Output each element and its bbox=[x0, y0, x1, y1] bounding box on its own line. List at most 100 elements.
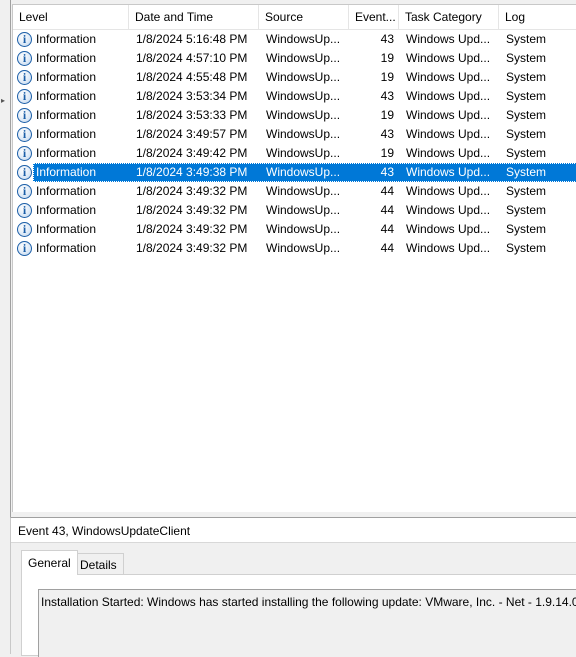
information-icon: i bbox=[17, 108, 32, 123]
row-event-id: 19 bbox=[380, 146, 394, 160]
row-source: WindowsUp... bbox=[266, 89, 341, 103]
table-row[interactable]: i Information 1/8/2024 3:49:42 PM WindowsUp… bbox=[13, 144, 576, 163]
table-row[interactable]: i Information 1/8/2024 3:53:33 PM WindowsUp… bbox=[13, 106, 576, 125]
row-level: Information bbox=[36, 32, 97, 46]
row-source: WindowsUp... bbox=[266, 51, 341, 65]
table-row[interactable]: i Information 1/8/2024 3:49:32 PM WindowsUp… bbox=[13, 239, 576, 258]
information-icon: i bbox=[17, 70, 32, 85]
event-detail-title: Event 43, WindowsUpdateClient bbox=[18, 524, 191, 538]
row-log: System bbox=[506, 127, 547, 141]
row-level: Information bbox=[36, 108, 97, 122]
row-level: Information bbox=[36, 70, 97, 84]
row-date-time: 1/8/2024 3:49:32 PM bbox=[136, 184, 248, 198]
column-header-source[interactable]: Source bbox=[259, 5, 349, 29]
row-task-category: Windows Upd... bbox=[406, 51, 491, 65]
row-level: Information bbox=[36, 127, 97, 141]
row-task-category: Windows Upd... bbox=[406, 108, 491, 122]
information-icon: i bbox=[17, 32, 32, 47]
information-icon: i bbox=[17, 127, 32, 142]
row-task-category: Windows Upd... bbox=[406, 32, 491, 46]
row-log: System bbox=[506, 70, 547, 84]
row-date-time: 1/8/2024 3:49:57 PM bbox=[136, 127, 248, 141]
row-date-time: 1/8/2024 4:55:48 PM bbox=[136, 70, 248, 84]
row-task-category: Windows Upd... bbox=[406, 184, 491, 198]
row-date-time: 1/8/2024 3:49:42 PM bbox=[136, 146, 248, 160]
event-rows: i Information 1/8/2024 5:16:48 PM WindowsUp… bbox=[13, 30, 576, 258]
row-event-id: 44 bbox=[380, 184, 394, 198]
row-level: Information bbox=[36, 146, 97, 160]
information-icon: i bbox=[17, 222, 32, 237]
row-level: Information bbox=[36, 222, 97, 236]
row-log: System bbox=[506, 203, 547, 217]
row-event-id: 19 bbox=[380, 51, 394, 65]
column-header-date-time[interactable]: Date and Time bbox=[129, 5, 259, 29]
table-row-selected[interactable]: i Information 1/8/2024 3:49:38 PM WindowsUp… bbox=[13, 163, 576, 182]
row-source: WindowsUp... bbox=[266, 32, 341, 46]
row-task-category: Windows Upd... bbox=[406, 203, 491, 217]
event-detail-pane: Event 43, WindowsUpdateClient General De… bbox=[10, 517, 576, 657]
information-icon: i bbox=[17, 184, 32, 199]
information-icon: i bbox=[17, 146, 32, 161]
row-level: Information bbox=[36, 203, 97, 217]
row-event-id: 43 bbox=[380, 127, 394, 141]
event-list[interactable]: Level Date and Time Source Event... Task… bbox=[12, 4, 576, 512]
row-date-time: 1/8/2024 5:16:48 PM bbox=[136, 32, 248, 46]
row-log: System bbox=[506, 51, 547, 65]
table-row[interactable]: i Information 1/8/2024 3:53:34 PM WindowsUp… bbox=[13, 87, 576, 106]
row-source: WindowsUp... bbox=[266, 203, 341, 217]
tab-details[interactable]: Details bbox=[74, 553, 124, 575]
table-row[interactable]: i Information 1/8/2024 5:16:48 PM WindowsUp… bbox=[13, 30, 576, 49]
row-source: WindowsUp... bbox=[266, 241, 341, 255]
general-tab-content: Installation Started: Windows has starte… bbox=[21, 574, 576, 657]
table-row[interactable]: i Information 1/8/2024 3:49:32 PM WindowsUp… bbox=[13, 220, 576, 239]
row-task-category: Windows Upd... bbox=[406, 89, 491, 103]
row-log: System bbox=[506, 108, 547, 122]
row-log: System bbox=[506, 89, 547, 103]
row-date-time: 1/8/2024 4:57:10 PM bbox=[136, 51, 248, 65]
column-header-task-category[interactable]: Task Category bbox=[399, 5, 499, 29]
row-task-category: Windows Upd... bbox=[406, 222, 491, 236]
pane-expand-arrow-icon[interactable]: ▸ bbox=[1, 96, 5, 105]
table-row[interactable]: i Information 1/8/2024 4:55:48 PM WindowsUp… bbox=[13, 68, 576, 87]
row-event-id: 43 bbox=[380, 32, 394, 46]
column-header-level[interactable]: Level bbox=[13, 5, 129, 29]
row-event-id: 19 bbox=[380, 108, 394, 122]
table-row[interactable]: i Information 1/8/2024 3:49:57 PM WindowsUp… bbox=[13, 125, 576, 144]
row-event-id: 19 bbox=[380, 70, 394, 84]
column-header-log[interactable]: Log bbox=[499, 5, 576, 29]
column-header-event-id[interactable]: Event... bbox=[349, 5, 399, 29]
row-date-time: 1/8/2024 3:49:32 PM bbox=[136, 222, 248, 236]
information-icon: i bbox=[17, 241, 32, 256]
table-row[interactable]: i Information 1/8/2024 3:49:32 PM WindowsUp… bbox=[13, 201, 576, 220]
row-date-time: 1/8/2024 3:53:33 PM bbox=[136, 108, 248, 122]
row-source: WindowsUp... bbox=[266, 70, 341, 84]
tab-general[interactable]: General bbox=[21, 550, 78, 575]
information-icon: i bbox=[17, 51, 32, 66]
row-source: WindowsUp... bbox=[266, 184, 341, 198]
event-list-header: Level Date and Time Source Event... Task… bbox=[13, 5, 576, 30]
row-level: Information bbox=[36, 241, 97, 255]
row-date-time: 1/8/2024 3:49:32 PM bbox=[136, 203, 248, 217]
event-message-box[interactable]: Installation Started: Windows has starte… bbox=[38, 589, 576, 657]
row-event-id: 44 bbox=[380, 241, 394, 255]
row-log: System bbox=[506, 184, 547, 198]
row-source: WindowsUp... bbox=[266, 222, 341, 236]
information-icon: i bbox=[17, 203, 32, 218]
event-message-text: Installation Started: Windows has starte… bbox=[41, 595, 576, 609]
focus-rectangle bbox=[33, 163, 576, 182]
row-log: System bbox=[506, 222, 547, 236]
table-row[interactable]: i Information 1/8/2024 3:49:32 PM WindowsUp… bbox=[13, 182, 576, 201]
row-log: System bbox=[506, 241, 547, 255]
row-task-category: Windows Upd... bbox=[406, 146, 491, 160]
row-level: Information bbox=[36, 89, 97, 103]
row-date-time: 1/8/2024 3:49:32 PM bbox=[136, 241, 248, 255]
information-icon: i bbox=[17, 89, 32, 104]
table-row[interactable]: i Information 1/8/2024 4:57:10 PM WindowsUp… bbox=[13, 49, 576, 68]
row-source: WindowsUp... bbox=[266, 146, 341, 160]
information-icon: i bbox=[17, 165, 32, 180]
row-task-category: Windows Upd... bbox=[406, 241, 491, 255]
row-source: WindowsUp... bbox=[266, 108, 341, 122]
row-event-id: 44 bbox=[380, 203, 394, 217]
row-log: System bbox=[506, 146, 547, 160]
row-event-id: 44 bbox=[380, 222, 394, 236]
